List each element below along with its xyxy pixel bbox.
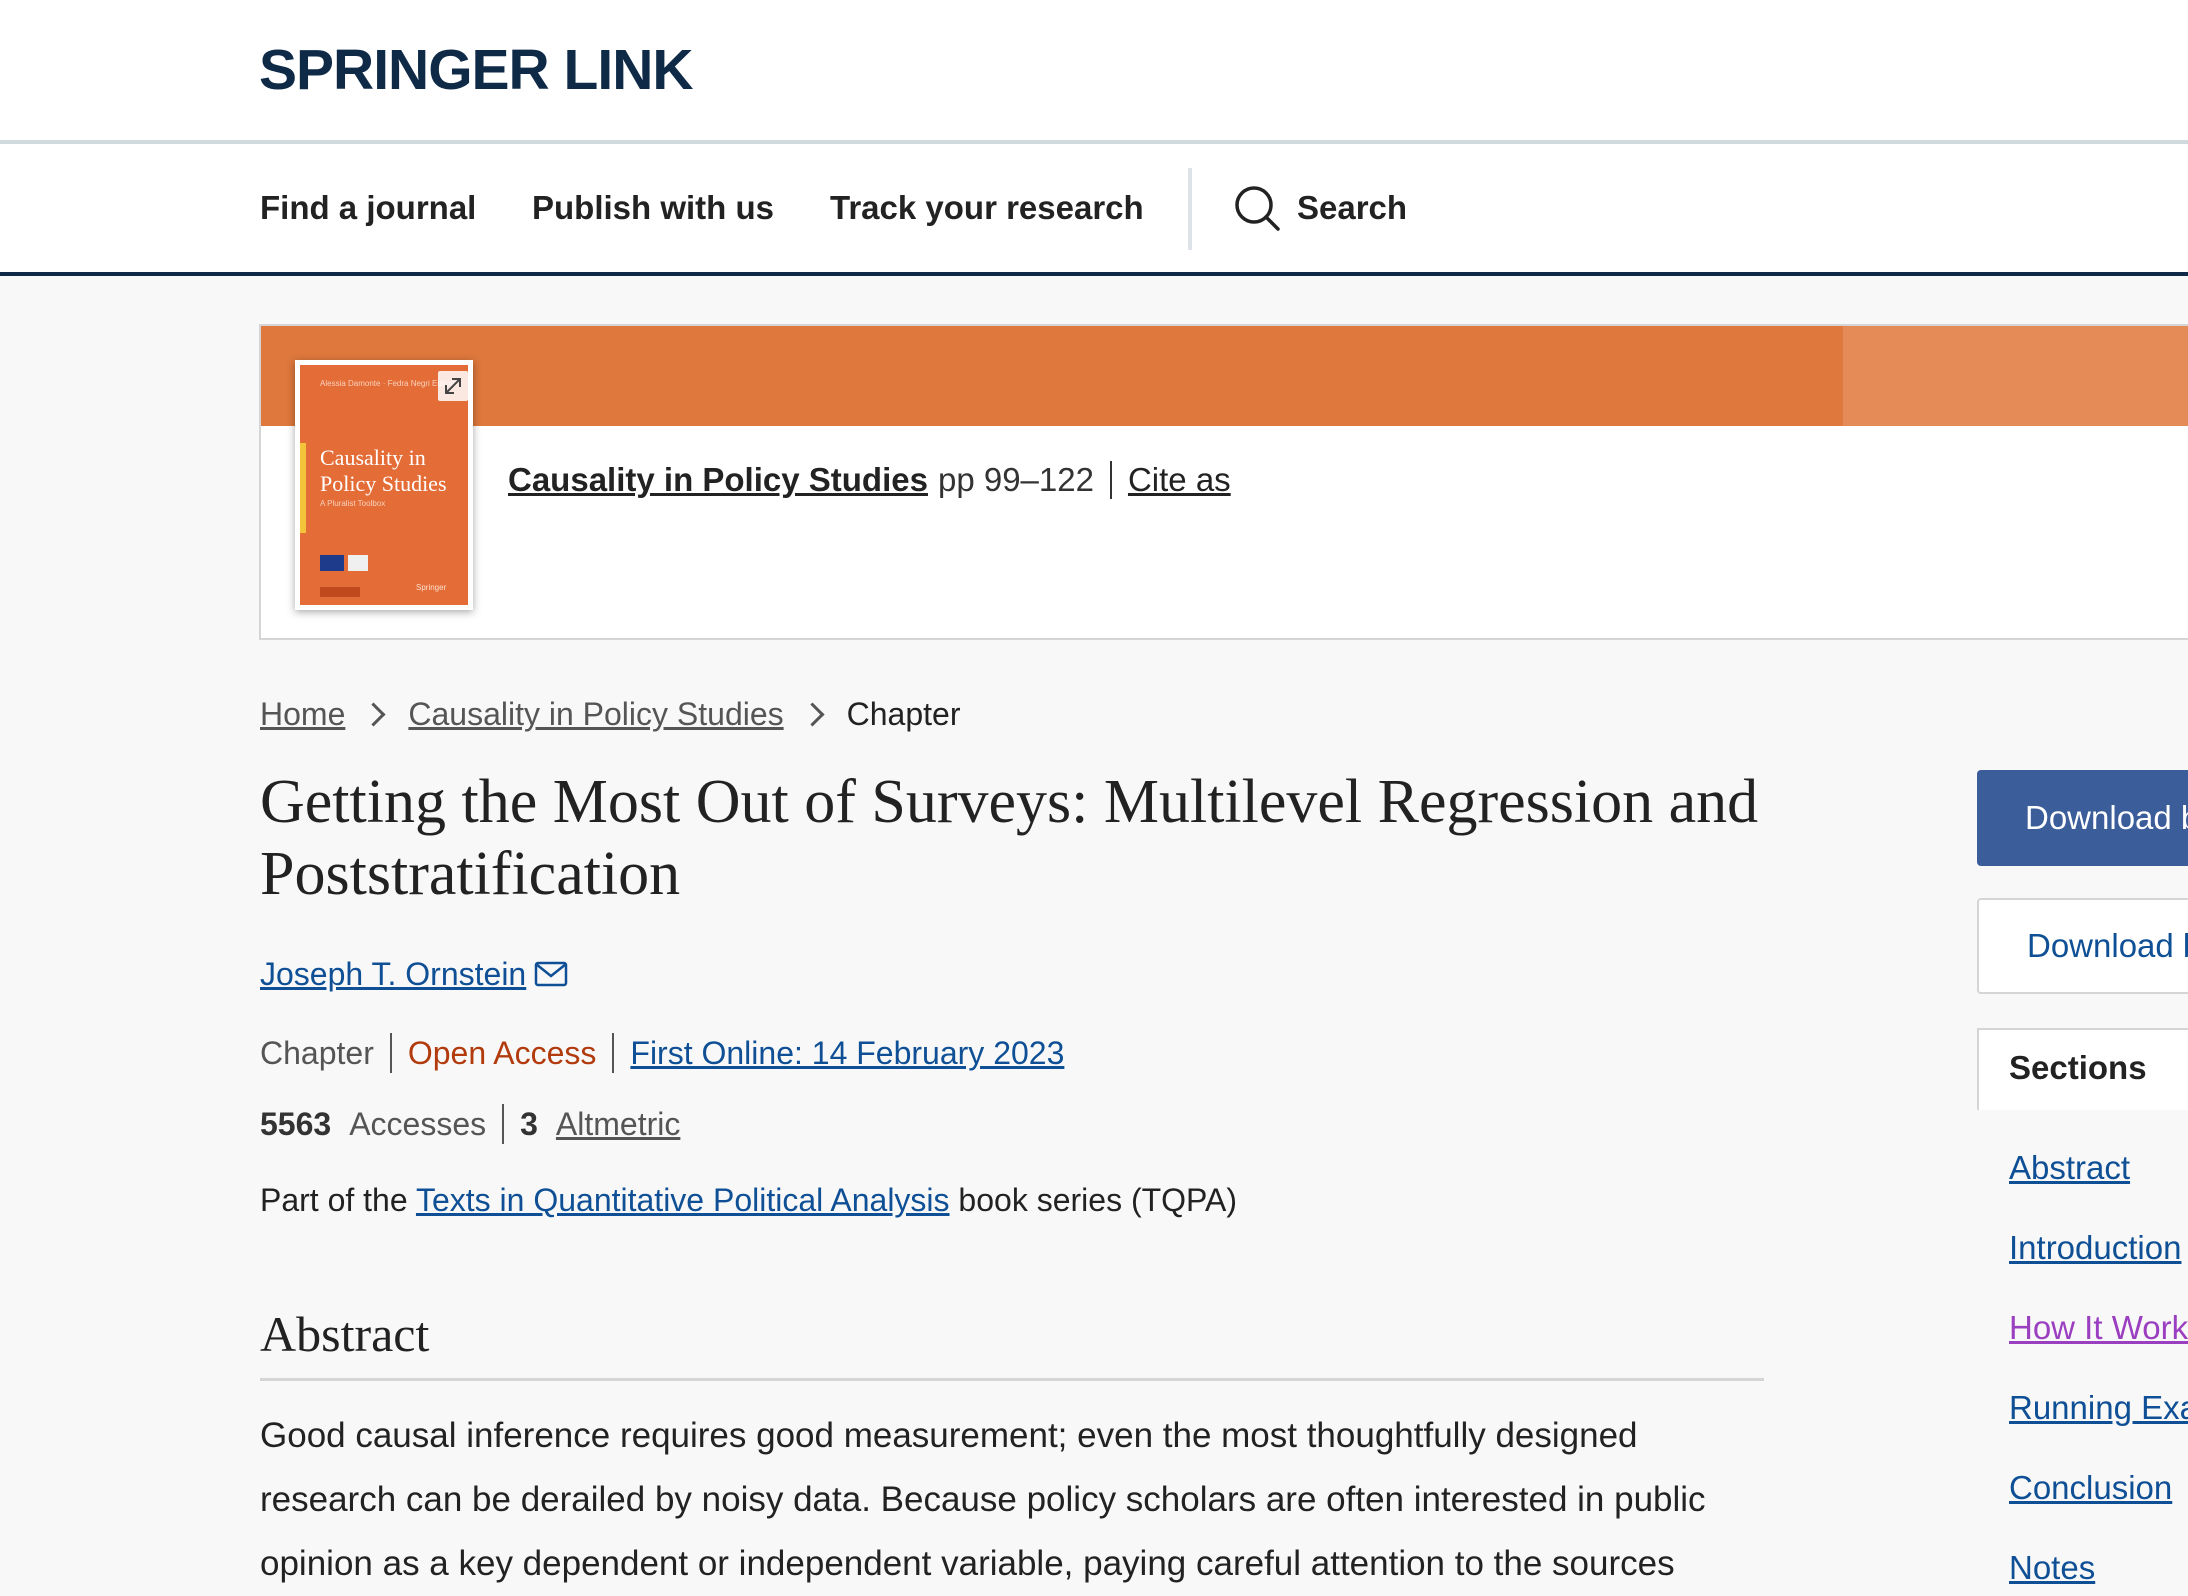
divider [612, 1033, 615, 1073]
chevron-right-icon [800, 701, 825, 727]
search-icon [1235, 186, 1280, 231]
first-online-link[interactable]: First Online: 14 February 2023 [630, 1031, 1064, 1075]
series-suffix: book series (TQPA) [949, 1182, 1238, 1218]
author-line: Joseph T. Ornstein [260, 952, 568, 996]
email-icon[interactable] [534, 961, 568, 987]
section-link-how-it-works[interactable]: How It Works [2009, 1306, 2188, 1350]
sections-title: Sections [2009, 1049, 2147, 1086]
book-info-line: Causality in Policy Studies pp 99–122 Ci… [508, 456, 1231, 504]
breadcrumb: Home Causality in Policy Studies Chapter [260, 692, 960, 736]
altmetric-link[interactable]: Altmetric [556, 1102, 680, 1146]
expand-icon[interactable] [438, 371, 468, 401]
chapter-meta: Chapter Open Access First Online: 14 Feb… [260, 1031, 1064, 1075]
nav-divider [1188, 168, 1192, 250]
cover-publisher: Springer [416, 583, 447, 592]
breadcrumb-book[interactable]: Causality in Policy Studies [408, 692, 783, 736]
search-button[interactable]: Search [1233, 180, 1407, 236]
site-header: SPRINGER LINK [0, 0, 2188, 144]
cover-subtitle: A Pluralist Toolbox [320, 499, 386, 508]
book-cover[interactable]: Alessia Damonte · Fedra Negri Editors Ca… [295, 360, 473, 610]
content-type: Chapter [260, 1035, 374, 1071]
section-link-conclusion[interactable]: Conclusion [2009, 1466, 2172, 1510]
cite-as-link[interactable]: Cite as [1128, 456, 1231, 504]
section-link-introduction[interactable]: Introduction [2009, 1226, 2181, 1270]
nav-track-your-research[interactable]: Track your research [830, 188, 1144, 228]
chevron-right-icon [361, 701, 386, 727]
springer-link-logo[interactable]: SPRINGER LINK [259, 34, 694, 106]
page-range: pp 99–122 [937, 461, 1094, 498]
book-title-link[interactable]: Causality in Policy Studies [508, 456, 928, 504]
divider [502, 1104, 505, 1144]
accesses-count: 5563 [260, 1106, 332, 1142]
series-prefix: Part of the [260, 1182, 416, 1218]
abstract-heading: Abstract [260, 1306, 430, 1362]
chapter-title: Getting the Most Out of Surveys: Multile… [260, 768, 1759, 908]
cover-title: Causality in Policy Studies [320, 445, 447, 496]
banner-stripe-accent [1843, 326, 2188, 426]
eu-flag-icon [320, 555, 344, 571]
section-link-notes[interactable]: Notes [2009, 1546, 2095, 1590]
chapter-metrics: 5563 Accesses 3 Altmetric [260, 1102, 680, 1146]
breadcrumb-home[interactable]: Home [260, 692, 345, 736]
search-label: Search [1297, 189, 1408, 226]
download-pdf-button[interactable]: Download book PDF [1977, 770, 2188, 866]
main-nav: Find a journal Publish with us Track you… [0, 144, 2188, 276]
series-link[interactable]: Texts in Quantitative Political Analysis [416, 1182, 950, 1218]
section-link-running-example[interactable]: Running Example [2009, 1386, 2188, 1430]
nav-publish-with-us[interactable]: Publish with us [532, 188, 774, 228]
divider [389, 1033, 392, 1073]
author-link[interactable]: Joseph T. Ornstein [260, 952, 526, 996]
breadcrumb-current: Chapter [846, 696, 961, 732]
book-banner: Alessia Damonte · Fedra Negri Editors Ca… [259, 324, 2188, 640]
divider [1109, 461, 1112, 499]
nav-find-a-journal[interactable]: Find a journal [260, 188, 476, 228]
cover-accent-stripe [300, 443, 306, 533]
abstract-divider [260, 1378, 1764, 1381]
cover-editors: Alessia Damonte · Fedra Negri Editors [320, 379, 457, 388]
open-access-label: Open Access [407, 1035, 597, 1071]
cover-open-access-badge [320, 587, 360, 597]
section-link-abstract[interactable]: Abstract [2009, 1146, 2130, 1190]
book-series-line: Part of the Texts in Quantitative Politi… [260, 1178, 1237, 1222]
altmetric-count: 3 [520, 1106, 538, 1142]
funder-logo-icon [348, 555, 368, 571]
download-epub-button[interactable]: Download book EPUB [1977, 898, 2188, 994]
abstract-text: Good causal inference requires good meas… [260, 1416, 1706, 1583]
accesses-label: Accesses [349, 1106, 487, 1142]
